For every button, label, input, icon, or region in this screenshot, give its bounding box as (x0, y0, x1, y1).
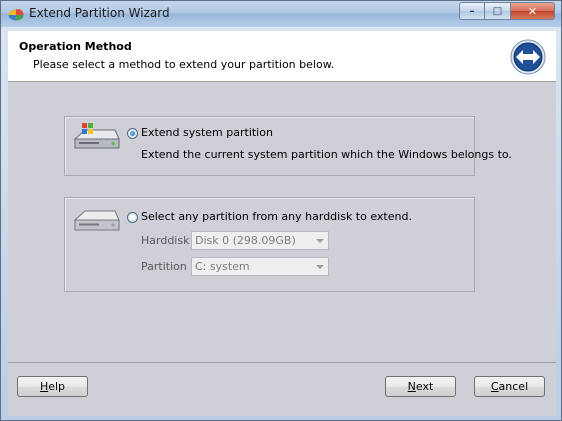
wizard-header: Operation Method Please select a method … (8, 31, 556, 82)
select-any-partition-radio[interactable] (127, 212, 138, 223)
partition-select[interactable]: C: system (191, 257, 329, 276)
partition-select-value: C: system (195, 260, 250, 273)
minimize-icon: – (469, 5, 475, 17)
maximize-icon: □ (492, 5, 503, 17)
extend-system-partition-group: Extend system partition Extend the curre… (64, 116, 512, 176)
minimize-button[interactable]: – (459, 2, 485, 20)
extend-system-radio[interactable] (127, 128, 138, 139)
harddisk-label: Harddisk (141, 234, 190, 247)
page-title: Operation Method (19, 40, 132, 53)
harddisk-select-value: Disk 0 (298.09GB) (195, 234, 296, 247)
cancel-mnemonic: C (490, 380, 499, 393)
harddisk-drive-icon (73, 210, 120, 231)
close-button[interactable]: ✕ (511, 2, 555, 20)
extend-partition-wizard-window: Extend Partition Wizard – □ ✕ Operation … (0, 0, 562, 421)
partition-label: Partition (141, 260, 187, 273)
help-button[interactable]: Help (17, 376, 88, 397)
caption-buttons: – □ ✕ (459, 2, 555, 21)
wizard-footer: Help Next Cancel (8, 362, 556, 416)
system-drive-icon (73, 123, 120, 149)
page-subtitle: Please select a method to extend your pa… (33, 58, 335, 71)
next-label-rest: ext (415, 380, 434, 393)
help-mnemonic: H (39, 380, 49, 393)
next-button[interactable]: Next (385, 376, 456, 397)
maximize-button[interactable]: □ (485, 2, 511, 20)
extend-system-label[interactable]: Extend system partition (141, 126, 273, 139)
cancel-button[interactable]: Cancel (474, 376, 545, 397)
chevron-down-icon (316, 265, 324, 269)
extend-arrows-icon (510, 39, 546, 75)
partition-wizard-app-icon (8, 9, 24, 21)
cancel-label-rest: ancel (498, 380, 529, 393)
title-bar[interactable]: Extend Partition Wizard – □ ✕ (1, 1, 561, 27)
harddisk-select[interactable]: Disk 0 (298.09GB) (191, 231, 329, 250)
help-label-rest: elp (48, 380, 66, 393)
select-any-partition-group: Select any partition from any harddisk t… (64, 197, 475, 292)
window-title: Extend Partition Wizard (29, 6, 170, 20)
chevron-down-icon (316, 239, 324, 243)
extend-system-description: Extend the current system partition whic… (141, 148, 512, 161)
select-any-partition-label[interactable]: Select any partition from any harddisk t… (141, 210, 412, 223)
next-mnemonic: N (407, 380, 416, 393)
close-icon: ✕ (527, 4, 538, 18)
wizard-body: Extend system partition Extend the curre… (8, 82, 556, 362)
